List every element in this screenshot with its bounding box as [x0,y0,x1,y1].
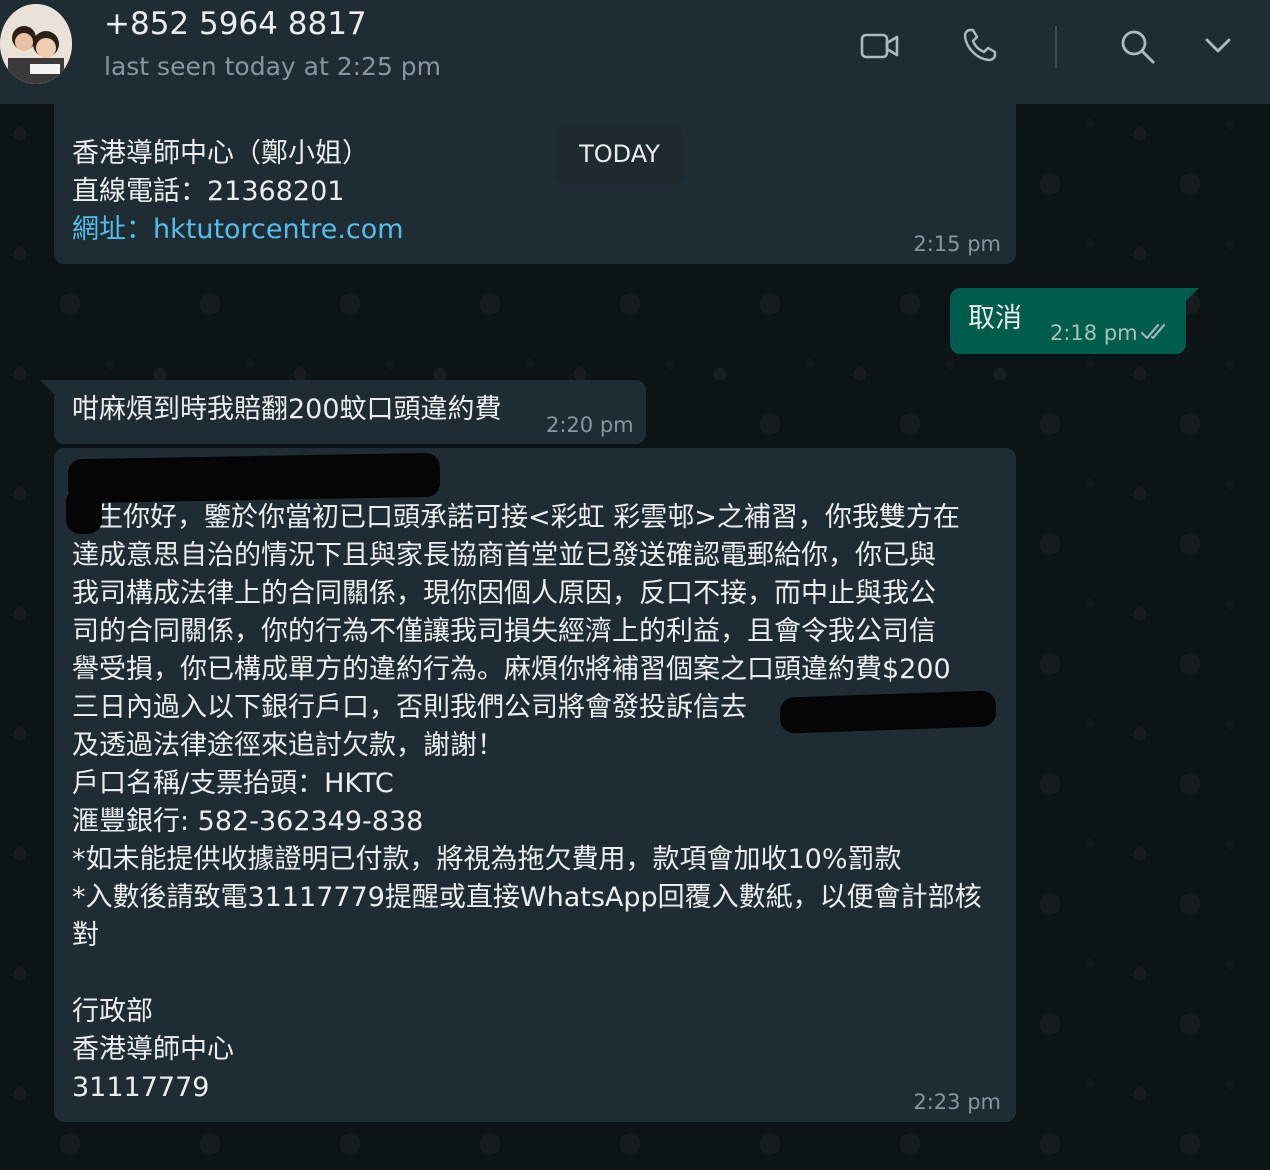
message-text-line: 香港導師中心（鄭小姐） [72,138,369,169]
message-text-line: 31117779 [72,1072,210,1103]
message-text-line: *入數後請致電31117779提醒或直接WhatsApp回覆入數紙，以便會計部核 [72,882,982,913]
message-text-line: 對 [72,920,99,951]
message-text-line: *如未能提供收據證明已付款，將視為拖欠費用，款項會加收10%罰款 [72,844,902,875]
message-text-line: 譽受損，你已構成單方的違約行為。麻煩你將補習個案之口頭違約費$200 [72,654,951,685]
message-text-line: 司的合同關係，你的行為不僅讓我司損失經濟上的利益，且會令我公司信 [72,616,936,647]
message-bubble-incoming[interactable]: 咁麻煩到時我賠翻200蚊口頭違約費 2:20 pm [54,380,646,444]
message-time: 2:15 pm [913,232,1001,256]
message-text-line: 滙豐銀行: 582-362349-838 [72,806,424,837]
redaction-scribble [67,452,441,504]
voice-call-icon[interactable] [962,27,998,67]
message-text-line: 戶口名稱/支票抬頭：HKTC [72,768,394,799]
header-divider [1055,26,1057,68]
message-text-line: 生你好，鑒於你當初已口頭承諾可接<彩虹 彩雲邨>之補習，你我雙方在 [96,502,960,533]
search-icon[interactable] [1119,28,1157,70]
message-text: 取消 [968,303,1022,334]
bubble-tail [1185,288,1199,302]
read-ticks-icon [1140,322,1172,346]
redaction-scribble [66,488,102,534]
message-text-line: 三日內過入以下銀行戶口，否則我們公司將會發投訴信去 [72,692,747,723]
message-text-line: 直線電話：21368201 [72,176,345,207]
message-text-line: 達成意思自治的情況下且與家長協商首堂並已發送確認電郵給你，你已與 [72,540,936,571]
avatar[interactable] [0,4,72,84]
website-link[interactable]: 網址：hktutorcentre.com [72,211,404,249]
message-text-line: 我司構成法律上的合同關係，現你因個人原因，反口不接，而中止與我公 [72,578,936,609]
redaction-scribble [779,690,997,734]
bubble-tail [40,380,54,394]
chat-header: +852 5964 8817 last seen today at 2:25 p… [0,0,1270,104]
message-text-line: 香港導師中心 [72,1034,234,1065]
message-bubble-incoming[interactable]: 香港導師中心（鄭小姐） 直線電話：21368201 網址：hktutorcent… [54,100,1016,264]
message-text: 咁麻煩到時我賠翻200蚊口頭違約費 [72,394,502,425]
message-time: 2:20 pm [546,413,634,437]
chevron-down-icon[interactable] [1203,36,1233,60]
last-seen-status: last seen today at 2:25 pm [104,52,442,81]
video-call-icon[interactable] [860,30,900,66]
message-text-line: 行政部 [72,996,153,1027]
message-time: 2:18 pm [1050,321,1138,345]
message-bubble-incoming[interactable]: 生你好，鑒於你當初已口頭承諾可接<彩虹 彩雲邨>之補習，你我雙方在 達成意思自治… [54,448,1016,1122]
message-bubble-outgoing[interactable]: 取消 2:18 pm [950,288,1186,354]
date-separator: TODAY [556,122,683,186]
message-text-line: 及透過法律途徑來追討欠款，謝謝！ [72,730,504,761]
contact-name[interactable]: +852 5964 8817 [104,6,367,42]
message-time: 2:23 pm [913,1090,1001,1114]
